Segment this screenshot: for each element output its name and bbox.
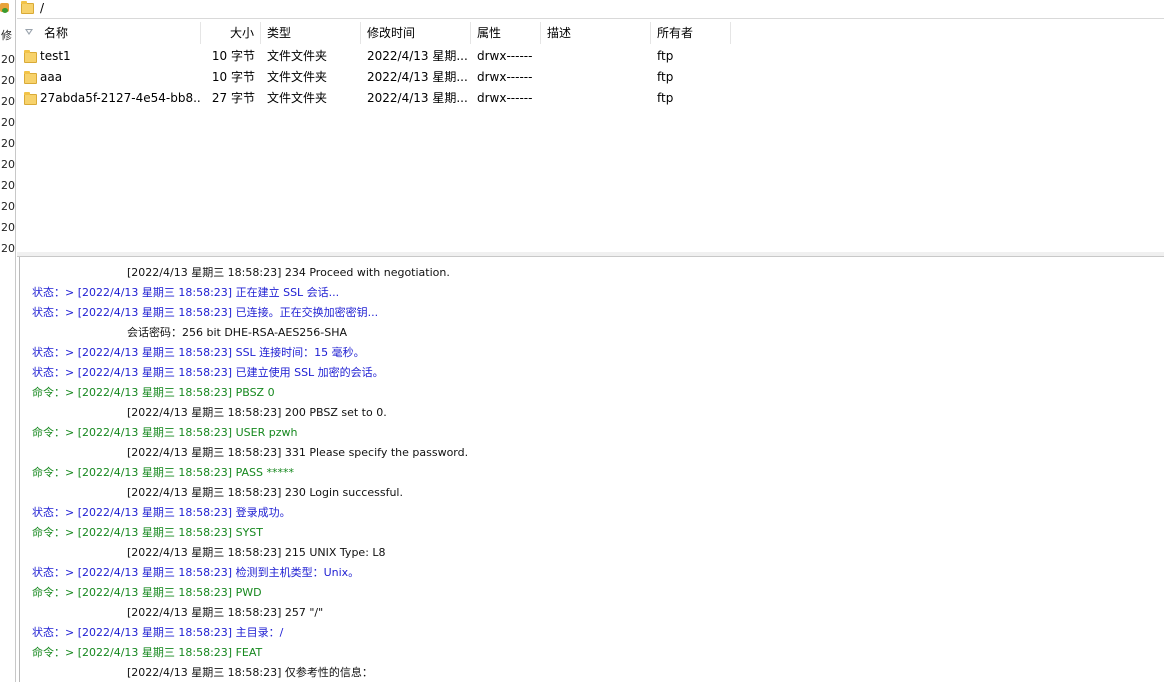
remote-path-bar[interactable]: / — [17, 0, 1164, 19]
sort-descending-icon — [25, 29, 33, 35]
log-line: 命令：> [2022/4/13 星期三 18:58:23] USER pzwh — [32, 426, 298, 439]
file-row[interactable]: test1 10 字节 文件文件夹 2022/4/13 星期... drwx--… — [17, 46, 1164, 67]
file-type: 文件文件夹 — [267, 70, 328, 84]
folder-icon — [24, 92, 37, 105]
log-line: 状态：> [2022/4/13 星期三 18:58:23] 正在建立 SSL 会… — [32, 286, 340, 299]
file-description — [547, 88, 651, 109]
file-owner: ftp — [657, 70, 674, 84]
left-strip-cell: 20 — [1, 137, 15, 150]
file-row[interactable]: aaa 10 字节 文件文件夹 2022/4/13 星期... drwx----… — [17, 67, 1164, 88]
log-text: [2022/4/13 星期三 18:58:23] 215 UNIX Type: … — [127, 546, 386, 559]
left-strip-cell: 20 — [1, 53, 15, 66]
file-description — [547, 46, 651, 67]
left-strip-cell: 20 — [1, 179, 15, 192]
column-header-label: 名称 — [44, 26, 69, 40]
file-type: 文件文件夹 — [267, 49, 328, 63]
file-owner: ftp — [657, 91, 674, 105]
file-attributes: drwx------ — [477, 91, 533, 105]
left-strip-cell: 20 — [1, 74, 15, 87]
column-header-type[interactable]: 类型 — [261, 22, 361, 44]
file-type: 文件文件夹 — [267, 91, 328, 105]
file-modified: 2022/4/13 星期... — [367, 49, 467, 63]
log-line: 状态：> [2022/4/13 星期三 18:58:23] SSL 连接时间：1… — [32, 346, 365, 359]
log-line: 命令：> [2022/4/13 星期三 18:58:23] PWD — [32, 586, 262, 599]
file-attributes: drwx------ — [477, 70, 533, 84]
left-strip-cell: 20 — [1, 116, 15, 129]
column-header-row: 名称 大小 类型 修改时间 属性 描述 所有者 — [17, 22, 1164, 44]
file-size: 10 字节 — [211, 49, 255, 63]
column-header-description[interactable]: 描述 — [541, 22, 651, 44]
folder-icon — [24, 50, 37, 63]
file-name: 27abda5f-2127-4e54-bb8... — [40, 91, 200, 105]
left-strip-cell: 20 — [1, 221, 15, 234]
column-header-name[interactable]: 名称 — [17, 22, 201, 44]
file-row[interactable]: 27abda5f-2127-4e54-bb8... 27 字节 文件文件夹 20… — [17, 88, 1164, 109]
folder-icon — [21, 1, 34, 14]
log-text: [2022/4/13 星期三 18:58:23] 230 Login succe… — [127, 486, 403, 499]
log-line: 状态：> [2022/4/13 星期三 18:58:23] 已连接。正在交换加密… — [32, 306, 379, 319]
left-strip-cell: 20 — [1, 158, 15, 171]
log-text: [2022/4/13 星期三 18:58:23] 仅参考性的信息： — [127, 666, 373, 679]
left-panel-strip: 修 20 20 20 20 20 20 20 20 20 20 — [0, 0, 16, 682]
column-header-size[interactable]: 大小 — [201, 22, 261, 44]
file-name: aaa — [40, 70, 63, 84]
log-line: 命令：> [2022/4/13 星期三 18:58:23] SYST — [32, 526, 263, 539]
file-owner: ftp — [657, 49, 674, 63]
left-strip-cell: 20 — [1, 95, 15, 108]
log-line: 状态：> [2022/4/13 星期三 18:58:23] 已建立使用 SSL … — [32, 366, 384, 379]
remote-path-text[interactable]: / — [40, 0, 44, 16]
file-description — [547, 67, 651, 88]
file-size: 27 字节 — [211, 91, 255, 105]
log-line: 命令：> [2022/4/13 星期三 18:58:23] PBSZ 0 — [32, 386, 275, 399]
left-strip-cell: 20 — [1, 200, 15, 213]
column-header-attributes[interactable]: 属性 — [471, 22, 541, 44]
log-line: 命令：> [2022/4/13 星期三 18:58:23] FEAT — [32, 646, 263, 659]
file-modified: 2022/4/13 星期... — [367, 70, 467, 84]
folder-icon — [24, 71, 37, 84]
file-attributes: drwx------ — [477, 49, 533, 63]
column-header-owner[interactable]: 所有者 — [651, 22, 731, 44]
file-name: test1 — [40, 49, 71, 63]
connection-icon — [0, 3, 9, 13]
log-line: 状态：> [2022/4/13 星期三 18:58:23] 主目录：/ — [32, 626, 284, 639]
log-text: [2022/4/13 星期三 18:58:23] 234 Proceed wit… — [127, 266, 450, 279]
log-text: [2022/4/13 星期三 18:58:23] 331 Please spec… — [127, 446, 469, 459]
log-line: 状态：> [2022/4/13 星期三 18:58:23] 登录成功。 — [32, 506, 291, 519]
file-modified: 2022/4/13 星期... — [367, 91, 467, 105]
file-size: 10 字节 — [211, 70, 255, 84]
message-log[interactable]: [2022/4/13 星期三 18:58:23] 234 Proceed wit… — [19, 257, 1164, 682]
log-line: 命令：> [2022/4/13 星期三 18:58:23] PASS ***** — [32, 466, 295, 479]
column-header-modified[interactable]: 修改时间 — [361, 22, 471, 44]
log-text: [2022/4/13 星期三 18:58:23] 257 "/" — [127, 606, 324, 619]
log-line: 状态：> [2022/4/13 星期三 18:58:23] 检测到主机类型：Un… — [32, 566, 360, 579]
left-strip-cell: 修 — [1, 29, 12, 42]
left-strip-cell: 20 — [1, 242, 15, 255]
log-text: 会话密码：256 bit DHE-RSA-AES256-SHA — [127, 326, 348, 339]
remote-file-list[interactable]: 名称 大小 类型 修改时间 属性 描述 所有者 test1 10 字节 文件文件… — [17, 20, 1164, 253]
log-text: [2022/4/13 星期三 18:58:23] 200 PBSZ set to… — [127, 406, 387, 419]
